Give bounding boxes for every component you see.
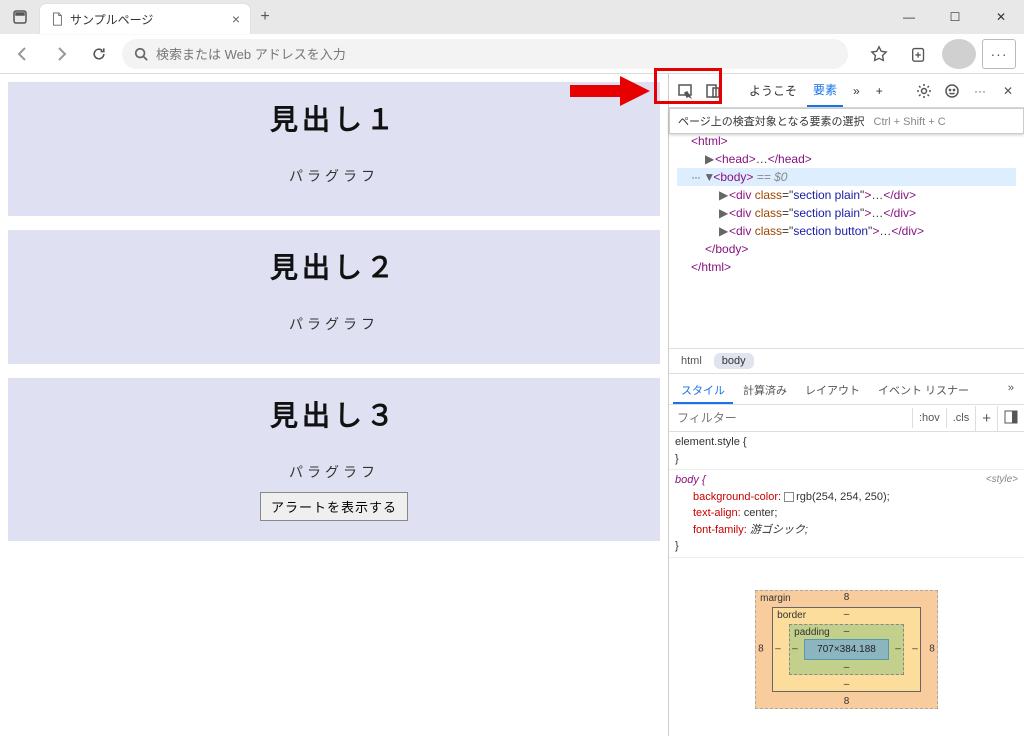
section-3: 見出し３ パラグラフ アラートを表示する — [8, 378, 660, 541]
tab-overview-icon[interactable] — [0, 9, 40, 25]
box-model-content: 707×384.188 — [804, 639, 889, 660]
titlebar: サンプルページ × + — ☐ ✕ — [0, 0, 1024, 34]
browser-menu-button[interactable]: ··· — [982, 39, 1016, 69]
profile-avatar[interactable] — [942, 39, 976, 69]
address-placeholder: 検索または Web アドレスを入力 — [156, 44, 346, 63]
page-icon — [50, 12, 64, 26]
devtools-close-icon[interactable]: ✕ — [996, 79, 1020, 103]
annotation-box — [654, 68, 722, 104]
reload-button[interactable] — [84, 39, 114, 69]
tab-computed[interactable]: 計算済み — [735, 378, 795, 404]
tab-listeners[interactable]: イベント リスナー — [870, 378, 977, 404]
close-window-button[interactable]: ✕ — [978, 0, 1024, 34]
toolbar: 検索または Web アドレスを入力 ··· — [0, 34, 1024, 74]
settings-icon[interactable] — [912, 79, 936, 103]
alert-button[interactable]: アラートを表示する — [260, 492, 408, 521]
tab-plus[interactable]: + — [870, 77, 889, 105]
favorite-icon[interactable] — [862, 39, 896, 69]
close-tab-icon[interactable]: × — [232, 11, 240, 27]
panel-toggle-icon[interactable] — [997, 406, 1024, 431]
feedback-icon[interactable] — [940, 79, 964, 103]
styles-filter-input[interactable] — [669, 405, 912, 431]
crumb-html[interactable]: html — [673, 353, 710, 369]
css-rules[interactable]: element.style { } body { <style> backgro… — [669, 432, 1024, 562]
add-rule-button[interactable]: + — [975, 406, 997, 431]
devtools-panel: ようこそ 要素 » + ··· ✕ ページ上の検査対象となる要素の選択 Ctrl… — [668, 74, 1024, 736]
devtools-toolbar: ようこそ 要素 » + ··· ✕ ページ上の検査対象となる要素の選択 Ctrl… — [669, 74, 1024, 108]
devtools-menu-icon[interactable]: ··· — [968, 79, 992, 103]
tab-layout[interactable]: レイアウト — [797, 378, 868, 404]
tooltip-text: ページ上の検査対象となる要素の選択 — [678, 116, 864, 128]
box-model: margin 8 8 8 8 border – – – – padding – … — [669, 562, 1024, 736]
new-tab-button[interactable]: + — [250, 8, 280, 26]
paragraph-1: パラグラフ — [8, 166, 660, 186]
paragraph-3: パラグラフ — [8, 462, 660, 482]
tab-more[interactable]: » — [847, 77, 866, 105]
collections-icon[interactable] — [902, 39, 936, 69]
dom-tree[interactable]: <html> ▶<head>…</head> ··· ▼<body> == $0… — [669, 108, 1024, 348]
dom-breadcrumbs: html body — [669, 348, 1024, 374]
search-icon — [134, 47, 148, 61]
forward-button[interactable] — [46, 39, 76, 69]
styles-filter-row: :hov .cls + — [669, 405, 1024, 432]
minimize-button[interactable]: — — [886, 0, 932, 34]
section-2: 見出し２ パラグラフ — [8, 230, 660, 364]
tab-styles-more[interactable]: » — [1002, 378, 1020, 404]
crumb-body[interactable]: body — [714, 353, 754, 369]
tab-styles[interactable]: スタイル — [673, 378, 733, 404]
annotation-arrow — [570, 76, 650, 106]
cls-button[interactable]: .cls — [946, 408, 976, 428]
window-buttons: — ☐ ✕ — [886, 0, 1024, 34]
back-button[interactable] — [8, 39, 38, 69]
tab-title: サンプルページ — [70, 11, 153, 28]
heading-2: 見出し２ — [8, 246, 660, 286]
page-content: 見出し１ パラグラフ 見出し２ パラグラフ 見出し３ パラグラフ アラートを表示… — [0, 74, 668, 736]
tab-elements[interactable]: 要素 — [807, 74, 843, 107]
browser-tab[interactable]: サンプルページ × — [40, 4, 250, 34]
hov-button[interactable]: :hov — [912, 408, 946, 428]
tooltip-shortcut: Ctrl + Shift + C — [874, 116, 946, 128]
tab-welcome[interactable]: ようこそ — [743, 75, 803, 106]
heading-1: 見出し１ — [8, 98, 660, 138]
maximize-button[interactable]: ☐ — [932, 0, 978, 34]
paragraph-2: パラグラフ — [8, 314, 660, 334]
inspect-tooltip: ページ上の検査対象となる要素の選択 Ctrl + Shift + C — [669, 108, 1024, 134]
section-1: 見出し１ パラグラフ — [8, 82, 660, 216]
heading-3: 見出し３ — [8, 394, 660, 434]
styles-tabs: スタイル 計算済み レイアウト イベント リスナー » — [669, 374, 1024, 405]
address-bar[interactable]: 検索または Web アドレスを入力 — [122, 39, 848, 69]
